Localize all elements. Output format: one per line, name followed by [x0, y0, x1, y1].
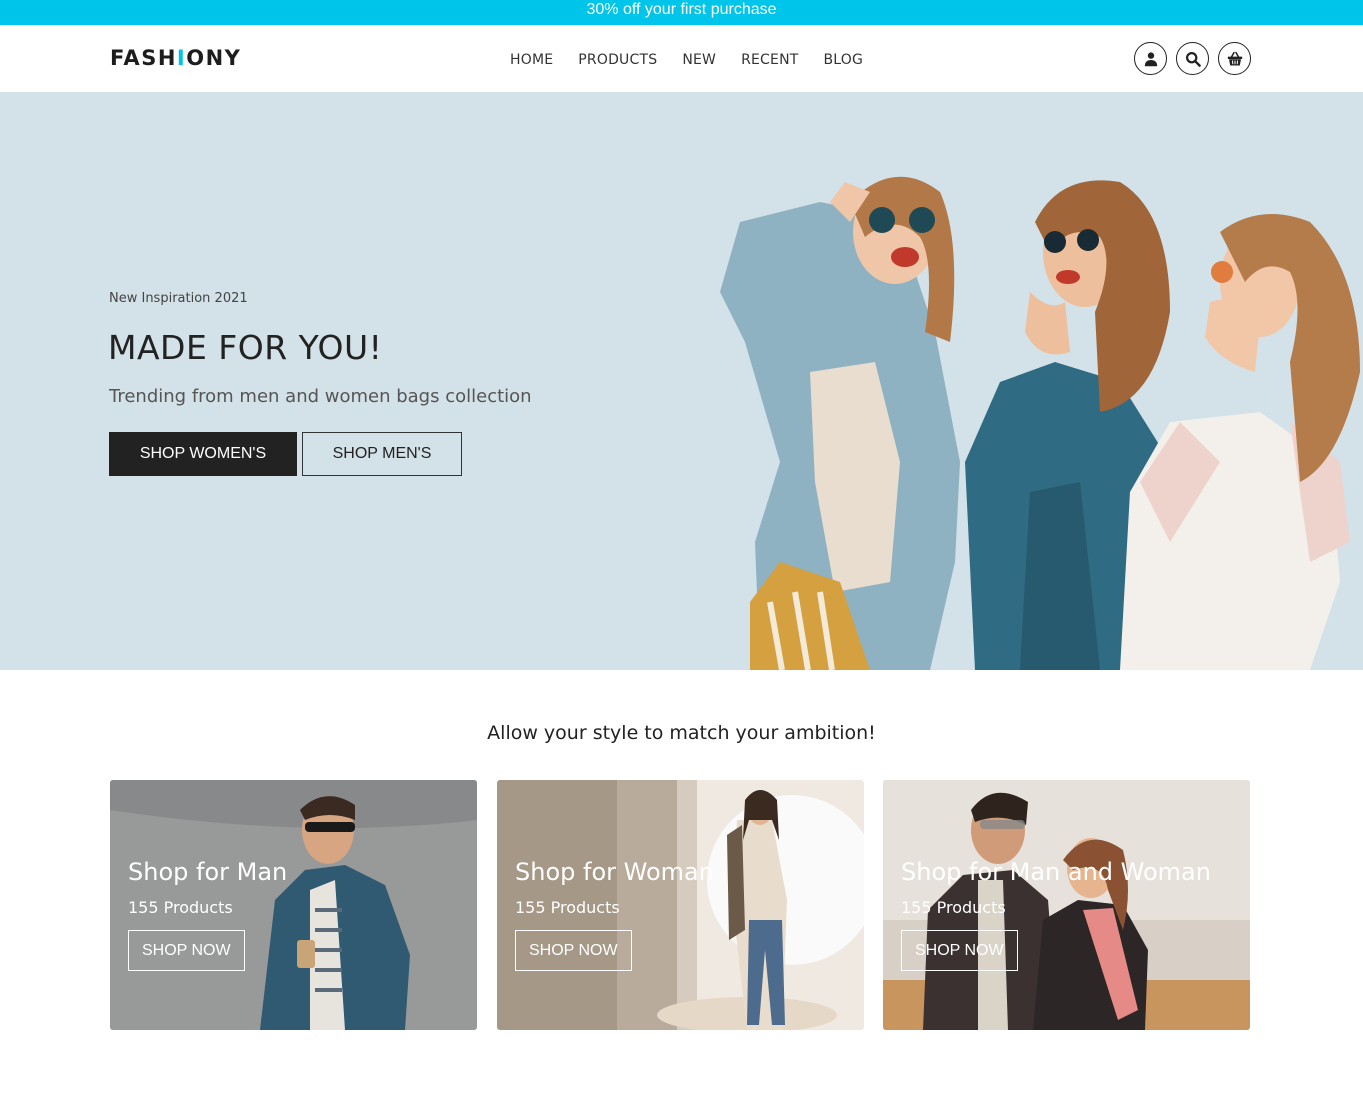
shop-now-button[interactable]: SHOP NOW: [515, 930, 632, 971]
category-card-man[interactable]: Shop for Man 155 Products SHOP NOW: [110, 780, 477, 1030]
cart-button[interactable]: [1218, 42, 1251, 75]
card-title: Shop for Man and Woman: [901, 858, 1211, 886]
category-card-man-woman[interactable]: Shop for Man and Woman 155 Products SHOP…: [883, 780, 1250, 1030]
section-tagline: Allow your style to match your ambition!: [487, 722, 876, 744]
card-count: 155 Products: [515, 898, 620, 917]
shop-now-button[interactable]: SHOP NOW: [128, 930, 245, 971]
shop-now-button[interactable]: SHOP NOW: [901, 930, 1018, 971]
basket-icon: [1227, 51, 1242, 65]
card-title: Shop for Woman: [515, 858, 714, 886]
site-header: FASHIONY HOME PRODUCTS NEW RECENT BLOG: [0, 25, 1363, 92]
card-count: 155 Products: [128, 898, 233, 917]
shop-mens-button[interactable]: SHOP MEN'S: [302, 432, 462, 476]
shop-womens-button[interactable]: SHOP WOMEN'S: [109, 432, 297, 476]
hero-banner: New Inspiration 2021 MADE FOR YOU! Trend…: [0, 92, 1363, 670]
search-button[interactable]: [1176, 42, 1209, 75]
search-icon: [1185, 51, 1201, 67]
logo-suffix: ONY: [186, 46, 242, 70]
hero-title: MADE FOR YOU!: [108, 328, 383, 367]
logo[interactable]: FASHIONY: [110, 46, 241, 70]
category-card-woman[interactable]: Shop for Woman 155 Products SHOP NOW: [497, 780, 864, 1030]
hero-subtitle: Trending from men and women bags collect…: [109, 386, 532, 407]
nav-home[interactable]: HOME: [510, 52, 553, 68]
hero-image: [720, 176, 1360, 670]
card-title: Shop for Man: [128, 858, 288, 886]
promo-bar: 30% off your first purchase: [0, 0, 1363, 25]
nav-products[interactable]: PRODUCTS: [578, 52, 657, 68]
nav-new[interactable]: NEW: [682, 52, 716, 68]
promo-text: 30% off your first purchase: [586, 1, 777, 18]
logo-prefix: FASH: [110, 46, 177, 70]
header-icons: [1134, 42, 1251, 75]
nav-recent[interactable]: RECENT: [741, 52, 798, 68]
main-nav: HOME PRODUCTS NEW RECENT BLOG: [510, 52, 863, 68]
hero-kicker: New Inspiration 2021: [109, 291, 248, 306]
logo-accent: I: [176, 46, 187, 70]
card-count: 155 Products: [901, 898, 1006, 917]
user-icon: [1144, 51, 1157, 66]
nav-blog[interactable]: BLOG: [824, 52, 864, 68]
account-button[interactable]: [1134, 42, 1167, 75]
